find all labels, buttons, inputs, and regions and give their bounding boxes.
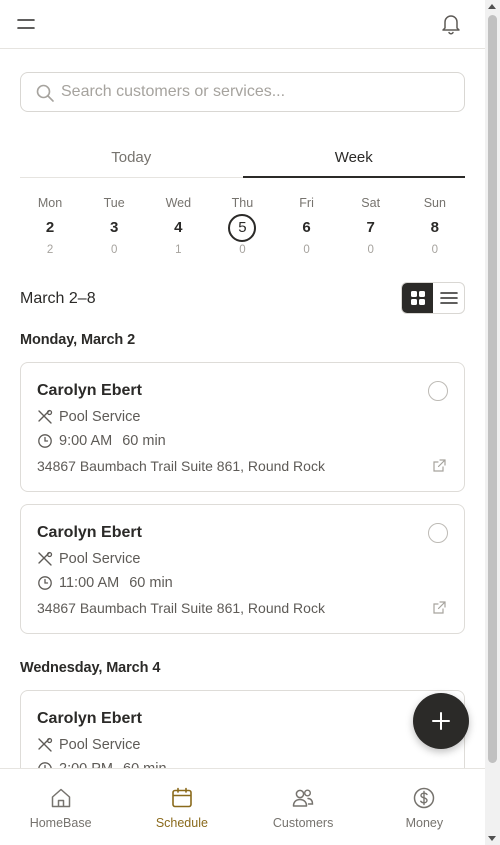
appointment-time: 9:00 AM (59, 433, 113, 449)
dollar-circle-icon (414, 787, 435, 809)
day-name: Thu (231, 196, 254, 210)
external-link-icon[interactable] (432, 600, 447, 615)
appointment-duration: 60 min (122, 433, 166, 449)
grid-view-button[interactable] (402, 283, 433, 313)
service-name: Pool Service (59, 551, 141, 567)
tab-today[interactable]: Today (20, 140, 243, 177)
day-name: Sun (423, 196, 446, 210)
nav-label: Schedule (155, 816, 208, 830)
clock-icon (38, 434, 52, 448)
day-date: 3 (110, 219, 119, 236)
nav-label: Money (405, 816, 444, 830)
top-bar (0, 0, 485, 49)
nav-homebase[interactable]: HomeBase (0, 769, 121, 845)
nav-customers[interactable]: Customers (243, 769, 364, 845)
search-input[interactable] (61, 74, 456, 110)
date-range-title: March 2–8 (20, 290, 96, 307)
day-mon[interactable]: Mon 2 2 (18, 192, 82, 262)
complete-checkbox[interactable] (428, 523, 448, 543)
day-sat[interactable]: Sat 7 0 (339, 192, 403, 262)
day-section-label: Wednesday, March 4 (20, 660, 161, 676)
nav-label: HomeBase (29, 816, 92, 830)
day-thu[interactable]: Thu 5 0 (210, 192, 274, 262)
day-wed[interactable]: Wed 4 1 (146, 192, 210, 262)
appointment-duration: 60 min (129, 575, 173, 591)
day-date: 7 (366, 219, 375, 236)
day-name: Sat (361, 196, 381, 210)
day-appointment-count: 0 (431, 244, 439, 256)
day-appointment-count: 0 (303, 244, 310, 256)
complete-checkbox[interactable] (428, 381, 448, 401)
view-tabs: Today Week (20, 140, 465, 178)
external-link-icon[interactable] (432, 458, 447, 473)
bell-icon (442, 15, 460, 35)
week-strip: Mon 2 2 Tue 3 0 Wed 4 1 Thu 5 0 Fri 6 0 … (18, 192, 467, 262)
tools-icon (38, 409, 53, 424)
service-row: Pool Service (37, 551, 140, 567)
notifications-button[interactable] (440, 12, 462, 36)
day-name: Tue (103, 196, 125, 210)
tools-icon (38, 551, 53, 566)
nav-money[interactable]: Money (364, 769, 485, 845)
nav-schedule[interactable]: Schedule (121, 769, 242, 845)
add-appointment-button[interactable] (413, 693, 469, 749)
list-icon (439, 292, 458, 304)
time-row: 9:00 AM 60 min (37, 433, 166, 449)
day-date: 6 (302, 219, 311, 236)
menu-button[interactable] (14, 13, 38, 35)
day-date-today: 5 (228, 214, 257, 242)
bottom-navigation: HomeBase Schedule Customers Money (0, 768, 485, 845)
clock-icon (38, 576, 52, 590)
day-fri[interactable]: Fri 6 0 (275, 192, 339, 262)
scrollbar-thumb[interactable] (488, 15, 497, 763)
users-icon (292, 789, 314, 807)
day-appointment-count: 2 (46, 244, 54, 256)
day-appointment-count: 0 (367, 244, 374, 256)
day-name: Fri (299, 196, 314, 210)
customer-name: Carolyn Ebert (37, 524, 142, 541)
day-sun[interactable]: Sun 8 0 (403, 192, 467, 262)
day-appointment-count: 0 (110, 244, 118, 256)
calendar-icon (172, 787, 192, 808)
grid-icon (410, 291, 425, 305)
app: Today Week Mon 2 2 Tue 3 0 Wed 4 1 Thu 5… (0, 0, 485, 845)
scroll-down-arrow-icon[interactable] (488, 836, 496, 841)
tools-icon (38, 737, 53, 752)
search-icon (36, 84, 54, 102)
scroll-up-arrow-icon[interactable] (488, 4, 496, 9)
nav-label: Customers (272, 816, 334, 830)
service-name: Pool Service (59, 409, 141, 425)
service-row: Pool Service (37, 737, 140, 753)
tab-week[interactable]: Week (242, 140, 466, 178)
appointment-address: 34867 Baumbach Trail Suite 861, Round Ro… (37, 600, 325, 616)
plus-icon (432, 712, 450, 730)
appointment-address: 34867 Baumbach Trail Suite 861, Round Ro… (37, 458, 325, 474)
view-toggle (401, 282, 465, 314)
service-name: Pool Service (59, 737, 141, 753)
appointment-card[interactable]: Carolyn Ebert Pool Service 9:00 AM 60 mi… (20, 362, 465, 492)
day-date: 4 (174, 219, 183, 236)
appointment-time: 11:00 AM (59, 575, 120, 591)
day-date: 8 (430, 219, 439, 236)
list-view-button[interactable] (433, 283, 464, 313)
hamburger-menu-icon (17, 19, 35, 29)
day-name: Mon (37, 196, 63, 210)
day-section-label: Monday, March 2 (20, 332, 136, 348)
day-appointment-count: 0 (239, 244, 246, 256)
customer-name: Carolyn Ebert (37, 382, 142, 399)
customer-name: Carolyn Ebert (37, 710, 142, 727)
vertical-scrollbar[interactable] (485, 0, 500, 845)
search-box (20, 72, 465, 112)
home-icon (51, 788, 70, 808)
day-tue[interactable]: Tue 3 0 (82, 192, 146, 262)
appointment-card[interactable]: Carolyn Ebert Pool Service 11:00 AM 60 m… (20, 504, 465, 634)
time-row: 11:00 AM 60 min (37, 575, 173, 591)
day-date: 2 (45, 219, 55, 236)
day-name: Wed (165, 196, 192, 210)
day-appointment-count: 1 (175, 244, 182, 256)
service-row: Pool Service (37, 409, 140, 425)
